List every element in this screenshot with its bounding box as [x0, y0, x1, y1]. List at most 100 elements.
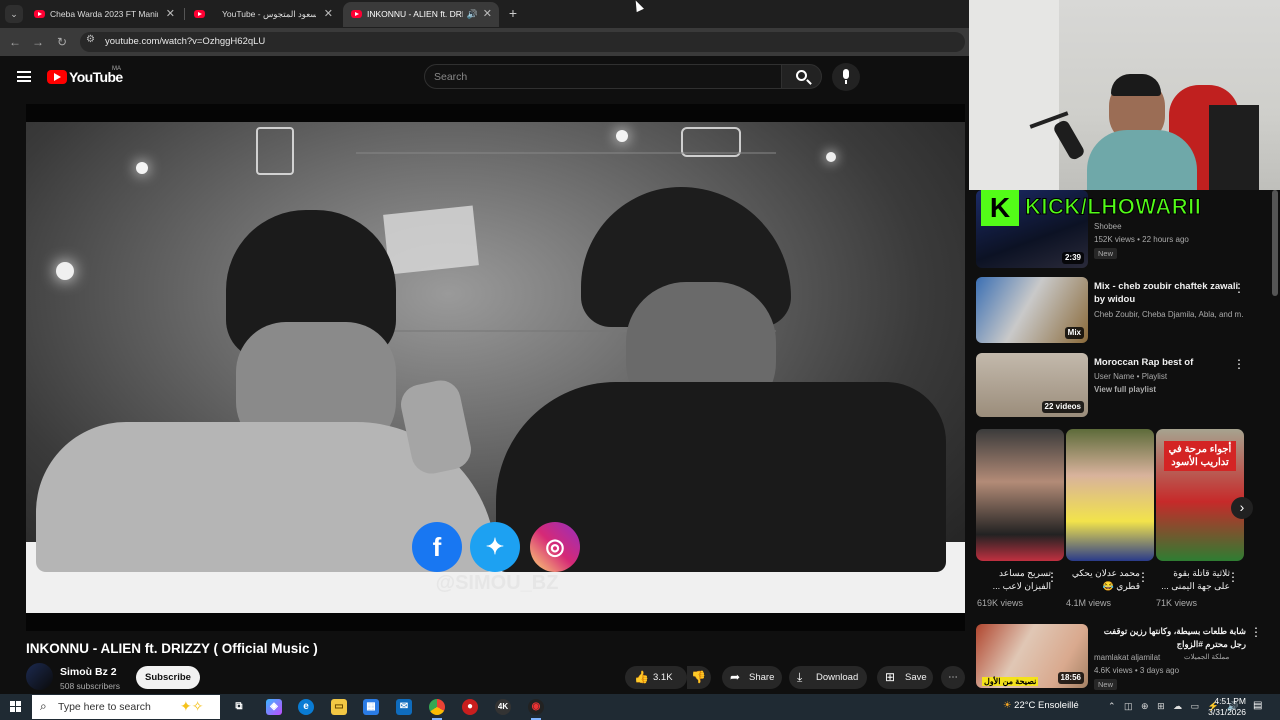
video-frame[interactable]: f ✦ ◎ @SIMOU_BZ — [26, 122, 965, 613]
short-title[interactable]: ثلاثية قاتلة بقوة على جهة اليمنى ... — [1156, 567, 1230, 593]
back-arrow-icon[interactable]: ← — [6, 33, 24, 51]
video-player[interactable]: f ✦ ◎ @SIMOU_BZ — [26, 104, 965, 631]
short-thumbnail[interactable]: أجواء مرحة في تداريب الأسود — [1156, 429, 1244, 561]
taskbar-search-placeholder: Type here to search — [58, 701, 151, 713]
short-title[interactable]: محمد عدلان يحكي قطري 😂 — [1066, 567, 1140, 593]
kick-logo: K — [981, 190, 1019, 226]
channel-name[interactable]: Simoù Bz 2 — [60, 666, 117, 678]
recommendation-channel[interactable]: Shobee — [1094, 222, 1122, 231]
download-button[interactable]: ⤓ Download — [789, 666, 867, 689]
view-full-playlist-link[interactable]: View full playlist — [1094, 385, 1156, 394]
new-badge: New — [1094, 248, 1118, 259]
edge-icon[interactable]: e — [298, 699, 314, 715]
share-icon: ➦ — [730, 670, 741, 684]
sidebar-scrollbar[interactable] — [1272, 190, 1278, 296]
forward-arrow-icon[interactable]: → — [29, 33, 47, 51]
taskbar-search[interactable]: ⌕ Type here to search ✦✧ — [32, 695, 220, 719]
youtube-favicon-icon — [351, 10, 362, 18]
store-icon[interactable]: ▦ — [363, 699, 379, 715]
thumbnail-caption: نصيحة من الأول — [982, 677, 1039, 686]
thumbs-up-icon: 👍 — [634, 670, 649, 684]
browser-tab-strip: ⌄ Cheba Warda 2023 FT Manini S ✕ YouTube… — [0, 0, 969, 28]
short-thumbnail[interactable] — [1066, 429, 1154, 561]
tab-title: Cheba Warda 2023 FT Manini S — [50, 9, 158, 19]
copilot-icon[interactable]: ◈ — [266, 699, 282, 715]
recommendation-thumbnail[interactable]: 22 videos — [976, 353, 1088, 417]
new-tab-button[interactable]: + — [505, 4, 521, 22]
windows-start-icon[interactable] — [10, 701, 21, 712]
recommendation-meta: 4.6K views • 3 days ago — [1094, 666, 1180, 675]
chrome-icon[interactable] — [429, 699, 445, 720]
voice-search-button[interactable] — [832, 63, 860, 91]
channel-avatar[interactable] — [26, 663, 53, 690]
tab-inkonnu-alien[interactable]: INKONNU - ALIEN ft. DRIZZ 🔊 ✕ — [343, 2, 499, 27]
search-icon: ⌕ — [40, 699, 47, 713]
sun-icon: ☀ — [1003, 700, 1015, 711]
kick-handle-text: KICK/LHOWARII — [1024, 194, 1202, 220]
subscribe-button[interactable]: Subscribe — [136, 666, 200, 689]
reload-icon[interactable]: ↻ — [53, 33, 71, 51]
recommendation-title[interactable]: Moroccan Rap best of — [1094, 356, 1246, 369]
red-app-icon[interactable]: ● — [462, 699, 478, 715]
file-explorer-icon[interactable]: ▭ — [331, 699, 347, 715]
tab-youtube-channel[interactable]: YouTube - مسعود المتجوس ✕ — [186, 2, 340, 27]
twitter-icon: ✦ — [470, 522, 520, 572]
speaker-icon[interactable]: 🔊 — [467, 2, 478, 27]
short-title[interactable]: تسريح مساعد الفيزان لاعب ... — [977, 567, 1051, 593]
clock-date: 3/31/2026 — [1208, 707, 1246, 717]
facebook-icon: f — [412, 522, 462, 572]
tab-search-button[interactable]: ⌄ — [5, 5, 23, 23]
more-vert-icon[interactable]: ⋮ — [1046, 571, 1058, 583]
mail-icon[interactable]: ✉ — [396, 699, 412, 715]
weather-widget[interactable]: ☀ 22°C Ensoleillé — [1003, 700, 1079, 711]
recommendation-title[interactable]: شابة طلعات بسيطة، وكانتها رزين توقفت رجل… — [1094, 625, 1246, 651]
4k-downloader-icon[interactable]: 4K — [495, 699, 511, 715]
more-actions-button[interactable]: ⋯ — [941, 666, 965, 689]
recommendation-channel[interactable]: mamlakat aljamilat — [1094, 653, 1160, 662]
weather-text: 22°C Ensoleillé — [1014, 700, 1079, 711]
social-overlay: f ✦ ◎ @SIMOU_BZ — [412, 522, 582, 602]
chevron-right-icon[interactable]: › — [1231, 497, 1253, 519]
country-code: MA — [112, 66, 121, 72]
more-vert-icon[interactable]: ⋮ — [1233, 282, 1245, 294]
more-horizontal-icon: ⋯ — [948, 672, 958, 683]
search-icon — [796, 70, 807, 81]
recommendation-channel: User Name • Playlist — [1094, 372, 1168, 381]
more-vert-icon[interactable]: ⋮ — [1227, 571, 1239, 583]
tab-close-icon[interactable]: ✕ — [324, 2, 333, 27]
tab-close-icon[interactable]: ✕ — [166, 2, 175, 27]
tab-close-icon[interactable]: ✕ — [483, 2, 492, 27]
more-vert-icon[interactable]: ⋮ — [1137, 571, 1149, 583]
short-thumbnail[interactable] — [976, 429, 1064, 561]
recorder-icon[interactable]: ◉ — [528, 699, 544, 720]
recommendation-title[interactable]: Mix - cheb zoubir chaftek zawali by wido… — [1094, 280, 1246, 306]
dislike-button[interactable]: 👎 — [687, 666, 711, 689]
short-views: 4.1M views — [1066, 598, 1112, 608]
more-vert-icon[interactable]: ⋮ — [1233, 358, 1245, 370]
task-view-icon[interactable]: ⧉ — [231, 699, 247, 715]
like-count: 3.1K — [653, 672, 673, 683]
clock[interactable]: 4:51 PM 3/31/2026 — [1196, 696, 1246, 718]
more-vert-icon[interactable]: ⋮ — [1250, 626, 1262, 638]
new-badge: New — [1094, 679, 1118, 690]
video-duration: 18:56 — [1057, 672, 1084, 684]
search-input[interactable] — [434, 68, 764, 85]
like-button[interactable]: 👍 3.1K — [625, 666, 687, 689]
download-icon: ⤓ — [797, 670, 803, 684]
recommendation-thumbnail[interactable]: نصيحة من الأول 18:56 — [976, 624, 1088, 688]
save-button[interactable]: ⊞ Save — [877, 666, 933, 689]
mouse-cursor-icon — [632, 0, 644, 13]
bookmark-icon: ⊞ — [885, 670, 896, 684]
recommendation-thumbnail[interactable]: Mix — [976, 277, 1088, 343]
tab-cheba-warda[interactable]: Cheba Warda 2023 FT Manini S ✕ — [26, 2, 182, 27]
kick-overlay: K KICK/LHOWARII — [981, 190, 1241, 226]
hamburger-menu-icon[interactable] — [17, 71, 31, 82]
address-bar[interactable]: ⚙ youtube.com/watch?v=OzhggH62qLU — [80, 32, 965, 52]
notification-icon[interactable]: ▤ — [1253, 700, 1262, 711]
short-banner-text: أجواء مرحة في تداريب الأسود — [1164, 441, 1236, 471]
share-button[interactable]: ➦ Share — [722, 666, 782, 689]
search-button[interactable] — [781, 64, 822, 89]
recommendation-channel: Cheb Zoubir, Cheba Djamila, Abla, and m.… — [1094, 310, 1244, 319]
webcam-overlay — [969, 0, 1280, 190]
site-info-icon[interactable]: ⚙ — [86, 34, 95, 45]
